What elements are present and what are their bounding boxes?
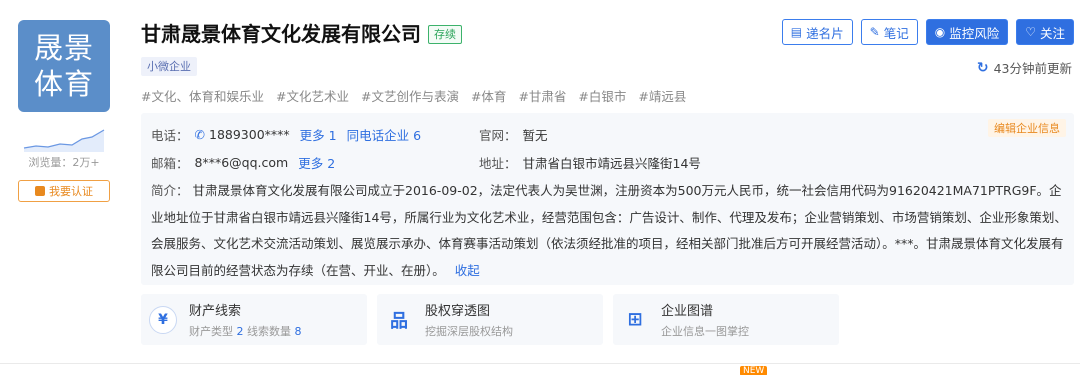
company-logo: 晟景 体育 <box>18 20 110 112</box>
company-name: 甘肃晟景体育文化发展有限公司 <box>141 22 421 46</box>
industry-tag[interactable]: #文艺创作与表演 <box>361 86 459 105</box>
views-trend-sparkline <box>23 129 105 152</box>
info-panel: 编辑企业信息 电话： ✆ 1889300**** 更多 1 同电话企业 6 官网… <box>141 113 1074 285</box>
follow-button[interactable]: ♡ 关注 <box>1016 19 1074 45</box>
clue-count: 8 <box>294 325 302 338</box>
industry-tag[interactable]: #文化、体育和娱乐业 <box>141 86 264 105</box>
update-time: 43分钟前更新 <box>993 61 1072 76</box>
address-value[interactable]: 甘肃省白银市靖远县兴隆街14号 <box>523 153 701 172</box>
edit-note-icon: ✎ <box>869 25 880 39</box>
industry-tag[interactable]: #白银市 <box>578 86 626 105</box>
industry-tag[interactable]: #甘肃省 <box>518 86 566 105</box>
feature-cards: ¥ 财产线索 财产类型 2 线索数量 8 品 股权穿透图 挖掘深层股权结构 ⊞ … <box>141 294 839 345</box>
equity-chart-title: 股权穿透图 <box>425 304 491 319</box>
logo-line-2: 体育 <box>33 67 94 101</box>
top-actions: ▤ 递名片 ✎ 笔记 ◉ 监控风险 ♡ 关注 <box>781 19 1074 45</box>
asset-clues-sub: 财产类型 2 线索数量 8 <box>189 323 302 339</box>
website-label: 官网： <box>479 128 517 143</box>
update-status[interactable]: ↻ 43分钟前更新 <box>977 58 1072 77</box>
phone-value[interactable]: 1889300**** <box>209 127 290 142</box>
enterprise-graph-title: 企业图谱 <box>661 304 714 319</box>
edit-company-info-link[interactable]: 编辑企业信息 <box>988 119 1066 137</box>
heart-icon: ♡ <box>1025 25 1036 39</box>
address-label: 地址： <box>479 156 517 171</box>
industry-tag[interactable]: #文化艺术业 <box>276 86 349 105</box>
phone-label: 电话： <box>151 128 189 143</box>
org-chart-icon: 品 <box>390 310 408 332</box>
note-button[interactable]: ✎ 笔记 <box>860 19 918 45</box>
same-phone-companies-link[interactable]: 同电话企业 6 <box>347 125 421 144</box>
follow-label: 关注 <box>1039 25 1065 41</box>
phone-icon: ✆ <box>194 127 205 142</box>
certify-icon <box>35 186 45 196</box>
asset-clues-card[interactable]: ¥ 财产线索 财产类型 2 线索数量 8 <box>141 294 367 345</box>
views-count: 浏览量：2万+ <box>28 156 100 169</box>
phone-more-link[interactable]: 更多 1 <box>300 125 337 144</box>
phone-row: 电话： ✆ 1889300**** 更多 1 同电话企业 6 <box>151 125 421 144</box>
monitor-icon: ◉ <box>934 25 946 39</box>
industry-tag[interactable]: #靖远县 <box>638 86 686 105</box>
business-card-button[interactable]: ▤ 递名片 <box>781 19 853 45</box>
collapse-link[interactable]: 收起 <box>455 263 480 278</box>
website-row: 官网： 暂无 <box>479 125 548 144</box>
email-more-link[interactable]: 更多 2 <box>298 153 335 172</box>
claim-label: 我要认证 <box>49 185 93 198</box>
intro-label: 简介： <box>151 183 189 198</box>
address-row: 地址： 甘肃省白银市靖远县兴隆街14号 <box>479 153 701 172</box>
intro-text: 甘肃晟景体育文化发展有限公司成立于2016-09-02，法定代表人为吴世渊，注册… <box>151 183 1067 278</box>
size-tag[interactable]: 小微企业 <box>141 57 197 76</box>
asset-type-count: 2 <box>236 325 244 338</box>
refresh-icon[interactable]: ↻ <box>977 60 989 76</box>
email-row: 邮箱： 8***6@qq.com 更多 2 <box>151 153 335 172</box>
asset-clues-title: 财产线索 <box>189 304 242 319</box>
equity-chart-card[interactable]: 品 股权穿透图 挖掘深层股权结构 <box>377 294 603 345</box>
status-badge: 存续 <box>428 25 462 44</box>
clue-count-label: 线索数量 <box>247 325 291 338</box>
logo-line-1: 晟景 <box>33 31 94 65</box>
new-badge: NEW <box>740 366 768 375</box>
monitor-risk-button[interactable]: ◉ 监控风险 <box>925 19 1009 45</box>
industry-tags: #文化、体育和娱乐业 #文化艺术业 #文艺创作与表演 #体育 #甘肃省 #白银市… <box>141 86 686 105</box>
enterprise-graph-sub: 企业信息一图掌控 <box>661 325 749 338</box>
enterprise-graph-card[interactable]: ⊞ 企业图谱 企业信息一图掌控 <box>613 294 839 345</box>
claim-button[interactable]: 我要认证 <box>18 180 110 202</box>
monitor-label: 监控风险 <box>949 25 1000 41</box>
website-value: 暂无 <box>522 128 548 143</box>
email-label: 邮箱： <box>151 156 189 171</box>
business-card-label: 递名片 <box>806 25 844 41</box>
asset-type-label: 财产类型 <box>189 325 233 338</box>
email-value[interactable]: 8***6@qq.com <box>195 155 289 170</box>
divider <box>0 363 1080 364</box>
industry-tag[interactable]: #体育 <box>471 86 506 105</box>
equity-chart-sub: 挖掘深层股权结构 <box>425 325 513 338</box>
note-label: 笔记 <box>883 25 909 41</box>
company-intro: 简介： 甘肃晟景体育文化发展有限公司成立于2016-09-02，法定代表人为吴世… <box>151 178 1071 284</box>
business-card-icon: ▤ <box>790 25 803 39</box>
graph-icon: ⊞ <box>627 309 643 330</box>
yen-icon: ¥ <box>149 305 177 334</box>
